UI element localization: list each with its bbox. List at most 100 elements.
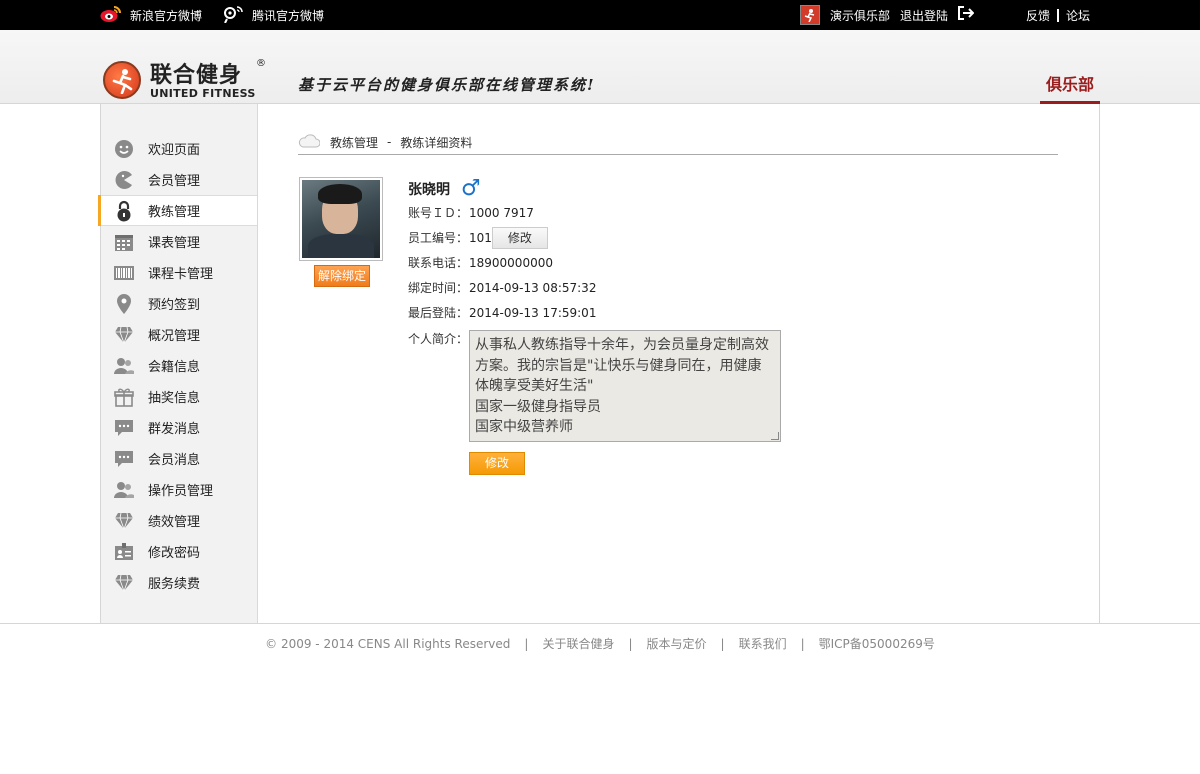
sidebar-item-label: 教练管理 — [148, 205, 201, 220]
sidebar-item-label: 课程卡管理 — [148, 267, 214, 282]
coach-avatar — [299, 177, 383, 261]
resize-grip-icon[interactable] — [771, 432, 779, 440]
copyright-text: © 2009 - 2014 CENS All Rights Reserved — [265, 636, 511, 651]
footer-separator: | — [720, 636, 725, 651]
logo-text-cn: 联合健身 — [150, 62, 243, 88]
sidebar-item-label: 预约签到 — [148, 298, 201, 313]
bind-time-label: 绑定时间： — [408, 281, 469, 295]
diamond-icon — [113, 324, 135, 346]
sidebar-item-label: 会员消息 — [148, 453, 201, 468]
sidebar-item-7[interactable]: 概况管理 — [101, 319, 257, 350]
sidebar-item-13[interactable]: 绩效管理 — [101, 505, 257, 536]
chat-icon — [113, 417, 135, 439]
sidebar-item-label: 修改密码 — [148, 546, 201, 561]
bio-label: 个人简介： — [408, 332, 469, 346]
pacman-icon — [113, 169, 135, 191]
sidebar-item-2[interactable]: 会员管理 — [101, 164, 257, 195]
sina-weibo-label: 新浪官方微博 — [130, 8, 203, 23]
map-pin-icon — [113, 293, 135, 315]
smile-icon — [113, 138, 135, 160]
account-id-label: 账号ＩＤ： — [408, 206, 469, 220]
sidebar-item-6[interactable]: 预约签到 — [101, 288, 257, 319]
phone-label: 联系电话： — [408, 256, 469, 270]
united-fitness-logo-icon[interactable] — [103, 61, 141, 99]
sidebar-item-14[interactable]: 修改密码 — [101, 536, 257, 567]
sidebar-nav: 欢迎页面会员管理教练管理课表管理课程卡管理预约签到概况管理会籍信息抽奖信息群发消… — [98, 104, 258, 623]
sidebar-item-15[interactable]: 服务续费 — [101, 567, 257, 598]
coach-photo-image — [302, 180, 380, 258]
sidebar-item-label: 操作员管理 — [148, 484, 214, 499]
logout-link[interactable]: 退出登陆 — [900, 7, 948, 24]
tencent-weibo-icon — [222, 5, 244, 26]
slogan: 基于云平台的健身俱乐部在线管理系统! — [298, 76, 596, 94]
last-login-value: 2014-09-13 17:59:01 — [469, 305, 597, 320]
sidebar-item-label: 欢迎页面 — [148, 143, 201, 158]
club-name-link[interactable]: 演示俱乐部 — [830, 7, 890, 24]
male-gender-icon: ♂ — [461, 176, 481, 201]
pricing-link[interactable]: 版本与定价 — [647, 635, 707, 652]
footer-separator: | — [628, 636, 633, 651]
feedback-link[interactable]: 反馈 — [1026, 7, 1050, 24]
id-card-icon — [113, 541, 135, 563]
forum-link[interactable]: 论坛 — [1066, 7, 1090, 24]
last-login-label: 最后登陆： — [408, 306, 469, 320]
lock-icon — [113, 200, 135, 222]
sidebar-item-label: 绩效管理 — [148, 515, 201, 530]
diamond-icon — [113, 510, 135, 532]
cloud-icon — [298, 133, 321, 151]
tencent-weibo-link[interactable]: 腾讯官方微博 — [222, 5, 324, 26]
footer-separator: | — [800, 636, 805, 651]
breadcrumb-separator: - — [387, 135, 392, 149]
icp-link[interactable]: 鄂ICP备05000269号 — [819, 635, 935, 652]
sidebar-item-3[interactable]: 教练管理 — [98, 195, 257, 226]
top-bar: 新浪官方微博 腾讯官方微博 演示俱乐部 退出登陆 反馈 论坛 — [0, 0, 1200, 30]
account-id-value: 1000 7917 — [469, 205, 534, 220]
sidebar-item-label: 群发消息 — [148, 422, 201, 437]
unbind-button[interactable]: 解除绑定 — [314, 265, 370, 287]
coach-name: 张晓明 — [408, 182, 450, 198]
edit-staff-number-button[interactable]: 修改 — [491, 226, 548, 249]
sidebar-item-9[interactable]: 抽奖信息 — [101, 381, 257, 412]
diamond-icon — [113, 572, 135, 594]
users-icon — [113, 355, 135, 377]
weibo-icon — [100, 5, 122, 26]
chat-icon — [113, 448, 135, 470]
staff-number-label: 员工编号： — [408, 231, 469, 245]
site-footer: © 2009 - 2014 CENS All Rights Reserved |… — [0, 623, 1200, 663]
content-panel: 教练管理 - 教练详细资料 解除绑定 张晓明 ♂ 账号ＩＤ： 1000 7917… — [258, 104, 1099, 623]
site-header: 联合健身 ® UNITED FITNESS 基于云平台的健身俱乐部在线管理系统!… — [0, 30, 1200, 104]
bio-textarea[interactable]: 从事私人教练指导十余年，为会员量身定制高效方案。我的宗旨是"让快乐与健身同在，用… — [469, 330, 781, 442]
calendar-icon — [113, 231, 135, 253]
tencent-weibo-label: 腾讯官方微博 — [252, 8, 325, 23]
sidebar-item-8[interactable]: 会籍信息 — [101, 350, 257, 381]
coach-info: 张晓明 ♂ 账号ＩＤ： 1000 7917 员工编号： 101 修改 联系电话：… — [408, 178, 781, 475]
bind-time-value: 2014-09-13 08:57:32 — [469, 280, 597, 295]
sidebar-item-4[interactable]: 课表管理 — [101, 226, 257, 257]
bio-text: 从事私人教练指导十余年，为会员量身定制高效方案。我的宗旨是"让快乐与健身同在，用… — [475, 337, 769, 435]
sidebar-item-12[interactable]: 操作员管理 — [101, 474, 257, 505]
users-icon — [113, 479, 135, 501]
contact-link[interactable]: 联系我们 — [739, 635, 787, 652]
breadcrumb-parent[interactable]: 教练管理 — [330, 134, 378, 151]
sidebar-item-1[interactable]: 欢迎页面 — [101, 133, 257, 164]
barcode-icon — [113, 262, 135, 284]
registered-mark: ® — [256, 58, 266, 69]
save-bio-button[interactable]: 修改 — [469, 452, 525, 475]
sidebar-item-label: 服务续费 — [148, 577, 201, 592]
club-avatar-icon — [799, 5, 820, 25]
sidebar-item-label: 课表管理 — [148, 236, 201, 251]
about-link[interactable]: 关于联合健身 — [542, 635, 614, 652]
sina-weibo-link[interactable]: 新浪官方微博 — [100, 5, 202, 26]
sidebar-item-11[interactable]: 会员消息 — [101, 443, 257, 474]
sidebar-item-label: 概况管理 — [148, 329, 201, 344]
sidebar-item-5[interactable]: 课程卡管理 — [101, 257, 257, 288]
logo-text-en: UNITED FITNESS — [150, 87, 256, 100]
sidebar-item-label: 会员管理 — [148, 174, 201, 189]
sidebar-item-10[interactable]: 群发消息 — [101, 412, 257, 443]
main-area: 欢迎页面 会员管理 教练管理 课表管理 课程卡管理 预约签到 概况管理 会籍信息 抽奖信息 群发消… — [98, 104, 1100, 623]
tab-club[interactable]: 俱乐部 — [1040, 68, 1100, 104]
sidebar-item-label: 会籍信息 — [148, 360, 201, 375]
sidebar-item-label: 抽奖信息 — [148, 391, 201, 406]
topbar-divider — [1056, 8, 1059, 22]
logout-icon[interactable] — [957, 6, 975, 24]
